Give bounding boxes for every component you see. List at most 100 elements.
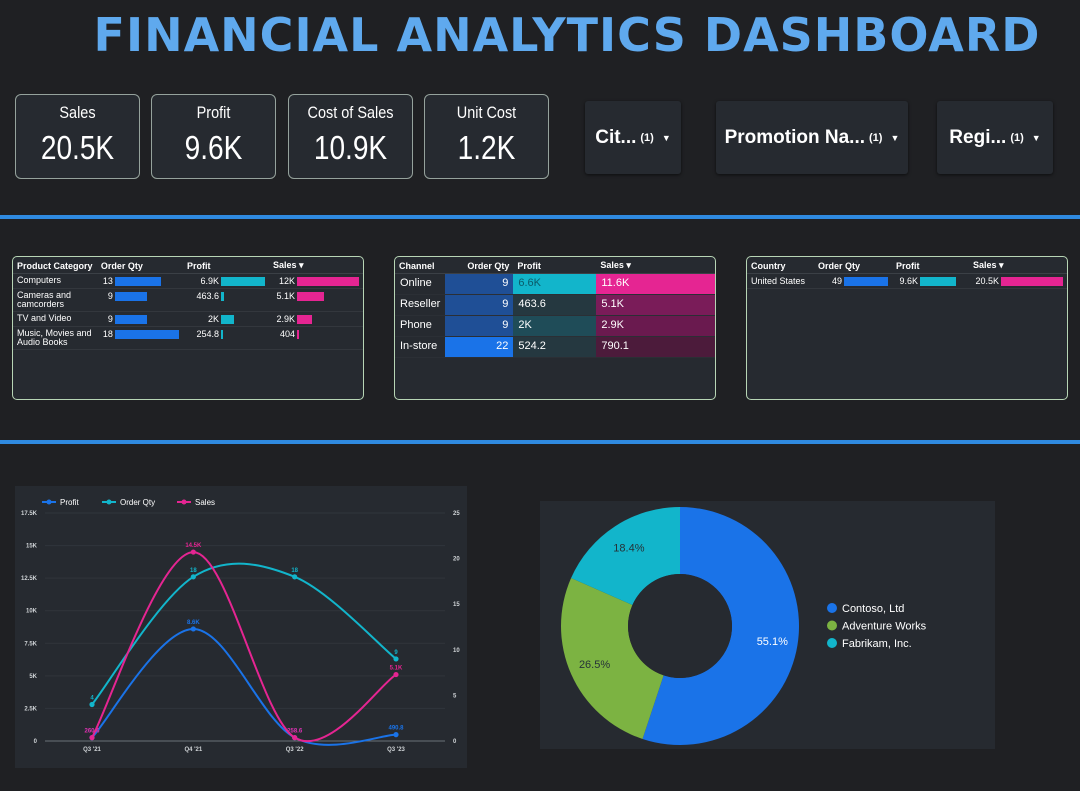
kpi-label: Cost of Sales	[307, 103, 394, 122]
data-label: 490.8	[388, 726, 404, 732]
legend-marker	[106, 499, 112, 505]
sales-cell-text: 11.6K	[601, 277, 630, 289]
column-header[interactable]: Profit	[182, 257, 269, 274]
order-qty-cell: 49	[813, 273, 892, 290]
data-point	[89, 701, 95, 708]
channel-cell-text: In-store	[400, 340, 438, 352]
table-row[interactable]: TV and Video 9 2K 2.9K	[13, 311, 363, 328]
table-row[interactable]: Computers 13 6.9K 12K	[13, 273, 363, 290]
donut-chart-svg: 55.1% 26.5% 18.4% Contoso, Ltd Adventure Wor…	[561, 507, 927, 745]
legend-marker	[827, 620, 837, 631]
y-tick-label-right: 15	[453, 602, 460, 608]
y-tick-label-left: 17.5K	[21, 511, 38, 517]
filter-count: (1)	[869, 131, 883, 144]
channel-cell-text: Reseller	[400, 298, 441, 310]
filter-label: Promotion Na...	[724, 126, 866, 148]
category-cell-text: Cameras and camcorders	[17, 290, 72, 310]
legend-marker	[46, 499, 52, 505]
sales-cell: 2.9K	[269, 311, 363, 328]
y-tick-label-left: 5K	[29, 674, 37, 680]
sales-bar	[297, 277, 359, 287]
order-qty-bar	[114, 277, 161, 287]
kpi-unit-cost: Unit Cost 1.2K	[424, 94, 549, 179]
y-tick-label-left: 12.5K	[21, 576, 38, 582]
column-header[interactable]: Sales ▾	[596, 257, 715, 274]
legend-label: Adventure Works	[842, 621, 927, 633]
table-row[interactable]: Phone 9 2K 2.9K	[395, 315, 715, 337]
series-line-sales	[91, 551, 397, 742]
column-header[interactable]: Country	[747, 257, 814, 274]
data-point	[190, 574, 196, 580]
donut-hole	[628, 574, 732, 678]
kpi-label: Sales	[59, 103, 96, 122]
channel-cell: Phone	[395, 315, 446, 337]
legend-label: Profit	[60, 498, 79, 507]
y-tick-label-right: 25	[453, 511, 460, 517]
table-row[interactable]: Cameras and camcorders 9 463.6 5.1K	[13, 288, 363, 313]
column-header[interactable]: Product Category	[13, 257, 97, 274]
profit-bar	[220, 330, 223, 340]
profit-cell-text: 254.8	[196, 329, 219, 340]
kpi-value: 20.5K	[40, 129, 115, 166]
filter-count: (1)	[640, 131, 654, 144]
profit-bar	[220, 277, 265, 287]
sales-cell-text: 20.5K	[975, 276, 999, 286]
sales-bar	[297, 315, 312, 325]
data-point	[89, 735, 95, 741]
table-row[interactable]: United States 49 9.6K 20.5K	[747, 273, 1067, 290]
brand-donut-chart: 55.1% 26.5% 18.4% Contoso, Ltd Adventure Wor…	[540, 501, 995, 749]
data-point	[393, 656, 399, 662]
profit-cell: 463.6	[513, 294, 597, 316]
city-filter[interactable]: Cit... (1) ▼	[585, 101, 681, 174]
column-header[interactable]: Sales ▾	[269, 257, 363, 274]
column-header[interactable]: Profit	[513, 257, 597, 274]
order-qty-cell-text: 22	[496, 340, 509, 352]
order-qty-cell-text: 9	[502, 277, 509, 289]
profit-bar	[919, 277, 956, 287]
legend-marker	[827, 603, 837, 613]
order-qty-cell-text: 49	[831, 276, 842, 286]
order-qty-bar	[114, 315, 147, 325]
series-line-profit	[91, 627, 397, 746]
region-filter[interactable]: Regi... (1) ▼	[937, 101, 1053, 174]
sales-cell: 5.1K	[596, 294, 715, 316]
table-row[interactable]: Reseller 9 463.6 5.1K	[395, 294, 715, 316]
sales-cell: 2.9K	[596, 315, 715, 337]
data-label: 5.1K	[390, 666, 403, 672]
data-point	[393, 732, 399, 738]
order-qty-cell-text: 18	[102, 329, 113, 340]
order-qty-cell-text: 9	[107, 314, 113, 325]
table-row[interactable]: In-store 22 524.2 790.1	[395, 336, 715, 358]
profit-cell-text: 2K	[207, 314, 219, 325]
column-header[interactable]: Order Qty	[445, 257, 514, 274]
time-series-chart: 0 2.5K 5K 7.5K 10K 12.5K 15K 17.5K 0 5 10 15 20 25 Q3 …	[15, 486, 467, 768]
column-header[interactable]: Order Qty	[96, 257, 183, 274]
legend-label: Sales	[195, 498, 215, 507]
column-header[interactable]: Sales ▾	[969, 257, 1067, 274]
profit-cell: 463.6	[182, 288, 269, 313]
kpi-sales: Sales 20.5K	[15, 94, 140, 179]
profit-cell-text: 463.6	[196, 291, 219, 302]
slice-label: 18.4%	[613, 543, 644, 555]
category-cell: Cameras and camcorders	[13, 288, 97, 313]
x-tick-label: Q3 '23	[387, 747, 405, 753]
filter-label: Cit...	[595, 126, 637, 148]
profit-bar	[220, 315, 234, 325]
column-header[interactable]: Order Qty	[813, 257, 892, 274]
order-qty-cell: 9	[96, 288, 183, 313]
order-qty-cell: 13	[96, 273, 183, 290]
profit-cell-text: 6.9K	[200, 276, 219, 286]
table-row[interactable]: Online 9 6.6K 11.6K	[395, 273, 715, 295]
sales-cell-text: 790.1	[601, 340, 629, 352]
column-header[interactable]: Profit	[891, 257, 969, 274]
dropdown-arrow-icon: ▼	[661, 132, 671, 143]
table-row[interactable]: Music, Movies and Audio Books 18 254.8 404	[13, 326, 363, 351]
channel-cell: In-store	[395, 336, 446, 358]
y-tick-label-left: 15K	[26, 544, 38, 550]
order-qty-cell: 22	[445, 336, 514, 358]
data-label: 18	[291, 568, 298, 574]
y-tick-label-left: 10K	[26, 609, 38, 615]
profit-cell-text: 524.2	[518, 340, 546, 352]
column-header[interactable]: Channel	[395, 257, 446, 274]
promotion-name-filter[interactable]: Promotion Na... (1) ▼	[716, 101, 908, 174]
